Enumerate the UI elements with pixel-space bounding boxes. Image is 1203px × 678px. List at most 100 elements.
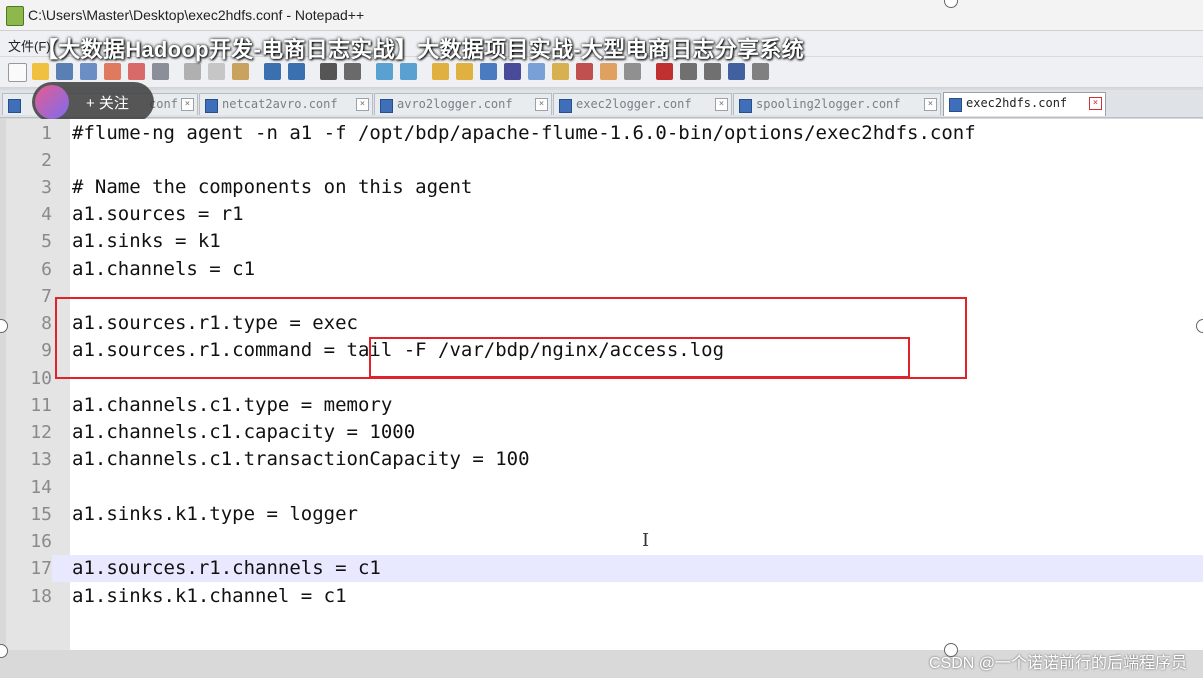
- line-number: 14: [30, 477, 52, 498]
- code-line[interactable]: 14: [6, 474, 1203, 501]
- code-line[interactable]: 15 a1.sinks.k1.type = logger: [6, 501, 1203, 528]
- code-line[interactable]: 18 a1.sinks.k1.channel = c1: [6, 583, 1203, 610]
- tab-close-icon[interactable]: ×: [715, 98, 728, 111]
- open-file-icon[interactable]: [32, 63, 49, 80]
- code-line[interactable]: 3 # Name the components on this agent: [6, 174, 1203, 201]
- line-text: a1.channels = c1: [72, 258, 256, 280]
- line-number: 13: [30, 449, 52, 470]
- line-number: 12: [30, 422, 52, 443]
- sync-horizontal-icon[interactable]: [456, 63, 473, 80]
- print-icon[interactable]: [152, 63, 169, 80]
- cut-icon[interactable]: [184, 63, 201, 80]
- find-icon[interactable]: [320, 63, 337, 80]
- save-icon[interactable]: [56, 63, 73, 80]
- close-icon[interactable]: [104, 63, 121, 80]
- code-line[interactable]: 1 #flume-ng agent -n a1 -f /opt/bdp/apach…: [6, 120, 1203, 147]
- new-file-icon[interactable]: [8, 63, 27, 82]
- folder-workspace-icon[interactable]: [600, 63, 617, 80]
- sync-vertical-icon[interactable]: [432, 63, 449, 80]
- save-macro-icon[interactable]: [752, 63, 769, 80]
- tab-bar: conf × netcat2avro.conf × avro2logger.co…: [0, 90, 1203, 118]
- line-number: 8: [41, 313, 52, 334]
- file-icon: [739, 99, 752, 113]
- zoom-in-icon[interactable]: [376, 63, 393, 80]
- line-text: a1.sources = r1: [72, 203, 244, 225]
- follow-button[interactable]: + 关注: [32, 82, 154, 122]
- save-all-icon[interactable]: [80, 63, 97, 80]
- line-number: 4: [41, 204, 52, 225]
- line-number: 7: [41, 286, 52, 307]
- file-icon: [8, 99, 21, 113]
- tab-file-5[interactable]: spooling2logger.conf ×: [733, 93, 941, 115]
- tab-file-3[interactable]: avro2logger.conf ×: [374, 93, 552, 115]
- tab-label: netcat2avro.conf: [222, 97, 338, 111]
- line-text: a1.channels.c1.capacity = 1000: [72, 421, 416, 443]
- line-text: a1.sources.r1.channels = c1: [72, 557, 381, 579]
- function-list-icon[interactable]: [576, 63, 593, 80]
- code-line[interactable]: 2: [6, 147, 1203, 174]
- line-number: 3: [41, 177, 52, 198]
- tab-label: spooling2logger.conf: [756, 97, 901, 111]
- monitoring-icon[interactable]: [624, 63, 641, 80]
- code-line-current[interactable]: 17 a1.sources.r1.channels = c1: [6, 555, 1203, 582]
- line-text: a1.channels.c1.transactionCapacity = 100: [72, 448, 530, 470]
- code-editor[interactable]: 1 #flume-ng agent -n a1 -f /opt/bdp/apach…: [6, 119, 1203, 650]
- line-text: a1.channels.c1.type = memory: [72, 394, 393, 416]
- code-line[interactable]: 4 a1.sources = r1: [6, 201, 1203, 228]
- run-macro-multiple-icon[interactable]: [728, 63, 745, 80]
- line-number: 10: [30, 368, 52, 389]
- line-text: a1.sinks.k1.type = logger: [72, 503, 358, 525]
- file-icon: [559, 99, 572, 113]
- window-titlebar: C:\Users\Master\Desktop\exec2hdfs.conf -…: [0, 0, 1203, 31]
- tab-close-icon[interactable]: ×: [356, 98, 369, 111]
- line-text: a1.sinks = k1: [72, 230, 221, 252]
- show-all-chars-icon[interactable]: [504, 63, 521, 80]
- play-macro-icon[interactable]: [704, 63, 721, 80]
- csdn-watermark: CSDN @一个诺诺前行的后端程序员: [928, 655, 1187, 672]
- line-number: 18: [30, 586, 52, 607]
- code-line[interactable]: 12 a1.channels.c1.capacity = 1000: [6, 419, 1203, 446]
- copy-icon[interactable]: [208, 63, 225, 80]
- line-text: #flume-ng agent -n a1 -f /opt/bdp/apache…: [72, 122, 976, 144]
- text-cursor-icon: I: [642, 530, 650, 551]
- code-line[interactable]: 13 a1.channels.c1.transactionCapacity = 1…: [6, 446, 1203, 473]
- tab-label: exec2logger.conf: [576, 97, 692, 111]
- line-number: 1: [41, 123, 52, 144]
- word-wrap-icon[interactable]: [480, 63, 497, 80]
- code-line[interactable]: 16: [6, 528, 1203, 555]
- window-title: C:\Users\Master\Desktop\exec2hdfs.conf -…: [28, 7, 365, 23]
- notepadpp-icon: [6, 6, 24, 26]
- code-line[interactable]: 11 a1.channels.c1.type = memory: [6, 392, 1203, 419]
- indent-guide-icon[interactable]: [528, 63, 545, 80]
- line-text: # Name the components on this agent: [72, 176, 473, 198]
- record-macro-icon[interactable]: [656, 63, 673, 80]
- tab-file-2[interactable]: netcat2avro.conf ×: [199, 93, 373, 115]
- zoom-out-icon[interactable]: [400, 63, 417, 80]
- close-all-icon[interactable]: [128, 63, 145, 80]
- follow-label: + 关注: [86, 95, 129, 112]
- code-line[interactable]: 5 a1.sinks = k1: [6, 228, 1203, 255]
- tab-close-icon[interactable]: ×: [181, 98, 194, 111]
- resize-handle-right[interactable]: [1196, 319, 1203, 333]
- line-number: 2: [41, 150, 52, 171]
- annotation-box-command: [369, 337, 910, 378]
- tab-file-active[interactable]: exec2hdfs.conf ×: [943, 92, 1106, 116]
- tab-close-icon[interactable]: ×: [535, 98, 548, 111]
- tab-close-icon[interactable]: ×: [1089, 97, 1102, 110]
- video-title-overlay: 【大数据Hadoop开发-电商日志实战】大数据项目实战-大型电商日志分享系统: [36, 37, 804, 62]
- redo-icon[interactable]: [288, 63, 305, 80]
- paste-icon[interactable]: [232, 63, 249, 80]
- stop-macro-icon[interactable]: [680, 63, 697, 80]
- line-number: 6: [41, 259, 52, 280]
- resize-handle-bottom[interactable]: [944, 643, 958, 657]
- replace-icon[interactable]: [344, 63, 361, 80]
- file-icon: [205, 99, 218, 113]
- code-line[interactable]: 6 a1.channels = c1: [6, 256, 1203, 283]
- line-number: 16: [30, 531, 52, 552]
- tab-file-4[interactable]: exec2logger.conf ×: [553, 93, 732, 115]
- avatar: [35, 85, 69, 119]
- tab-close-icon[interactable]: ×: [924, 98, 937, 111]
- file-icon: [380, 99, 393, 113]
- language-icon[interactable]: [552, 63, 569, 80]
- undo-icon[interactable]: [264, 63, 281, 80]
